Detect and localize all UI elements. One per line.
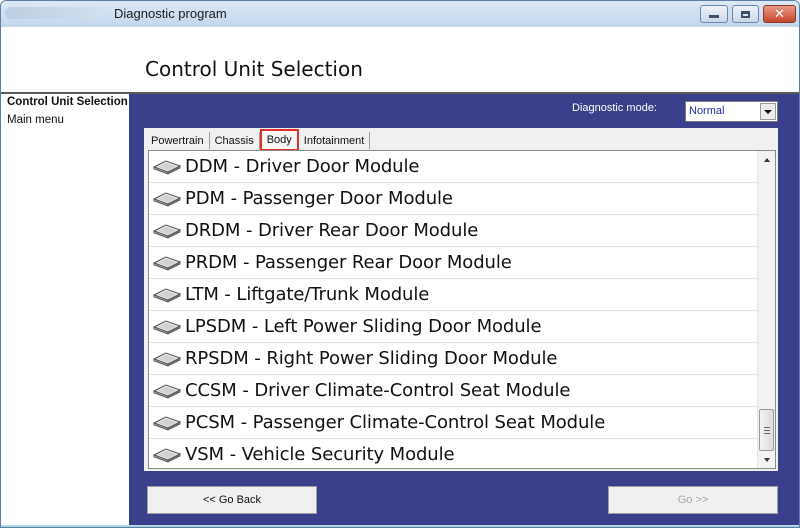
chevron-down-icon (764, 109, 772, 114)
scroll-up-button[interactable] (758, 151, 775, 168)
grip-icon (763, 426, 770, 434)
dropdown-arrow-button[interactable] (760, 103, 776, 120)
diagnostic-mode-label: Diagnostic mode: (572, 102, 657, 114)
list-item[interactable]: DRDM - Driver Rear Door Module (149, 215, 757, 247)
close-button[interactable]: ✕ (763, 5, 796, 23)
module-list: DDM - Driver Door Module PDM - Passenger … (148, 150, 776, 469)
module-label: LPSDM - Left Power Sliding Door Module (185, 316, 542, 337)
title-bar[interactable]: Diagnostic program ✕ (1, 1, 799, 27)
list-item[interactable]: CCSM - Driver Climate-Control Seat Modul… (149, 375, 757, 407)
module-chip-icon (152, 159, 182, 175)
list-item[interactable]: PCSM - Passenger Climate-Control Seat Mo… (149, 407, 757, 439)
maximize-button[interactable] (732, 5, 759, 23)
module-chip-icon (152, 319, 182, 335)
module-label: VSM - Vehicle Security Module (185, 444, 455, 465)
tab-bar: Powertrain Chassis Body Infotainment (146, 129, 371, 151)
sidebar: Control Unit Selection Main menu (2, 94, 129, 524)
tab-body[interactable]: Body (259, 129, 299, 151)
sidebar-item-control-unit-selection[interactable]: Control Unit Selection (2, 96, 129, 109)
list-item[interactable]: VSM - Vehicle Security Module (149, 439, 757, 468)
page-header: Control Unit Selection (2, 27, 799, 92)
module-chip-icon (152, 287, 182, 303)
go-back-button[interactable]: << Go Back (147, 486, 317, 514)
window-title: Diagnostic program (114, 6, 227, 21)
module-label: PRDM - Passenger Rear Door Module (185, 252, 512, 273)
sidebar-item-main-menu[interactable]: Main menu (2, 114, 129, 126)
module-label: PCSM - Passenger Climate-Control Seat Mo… (185, 412, 606, 433)
close-icon: ✕ (774, 6, 785, 22)
maximize-icon (741, 10, 750, 18)
module-label: RPSDM - Right Power Sliding Door Module (185, 348, 558, 369)
module-label: CCSM - Driver Climate-Control Seat Modul… (185, 380, 571, 401)
vertical-scrollbar[interactable] (757, 151, 775, 468)
diagnostic-mode-value: Normal (689, 105, 725, 117)
module-chip-icon (152, 191, 182, 207)
minimize-icon (709, 15, 719, 18)
arrow-down-icon (763, 457, 770, 462)
module-label: DRDM - Driver Rear Door Module (185, 220, 479, 241)
arrow-up-icon (763, 157, 770, 162)
module-label: PDM - Passenger Door Module (185, 188, 453, 209)
list-item[interactable]: PRDM - Passenger Rear Door Module (149, 247, 757, 279)
scroll-down-button[interactable] (758, 451, 775, 468)
module-label: LTM - Liftgate/Trunk Module (185, 284, 430, 305)
tab-panel: Powertrain Chassis Body Infotainment DDM… (144, 128, 778, 471)
tab-chassis[interactable]: Chassis (210, 132, 260, 149)
module-chip-icon (152, 255, 182, 271)
list-item[interactable]: DDM - Driver Door Module (149, 151, 757, 183)
app-window: Diagnostic program ✕ Control Unit Select… (0, 0, 800, 528)
minimize-button[interactable] (700, 5, 728, 23)
app-icon (5, 7, 105, 19)
list-item[interactable]: LTM - Liftgate/Trunk Module (149, 279, 757, 311)
scroll-thumb[interactable] (759, 409, 774, 451)
module-chip-icon (152, 447, 182, 463)
module-label: DDM - Driver Door Module (185, 156, 420, 177)
tab-powertrain[interactable]: Powertrain (146, 132, 210, 149)
main-panel: Diagnostic mode: Normal Powertrain Chass… (129, 94, 799, 526)
diagnostic-mode-select[interactable]: Normal (685, 101, 778, 122)
module-chip-icon (152, 415, 182, 431)
list-item[interactable]: PDM - Passenger Door Module (149, 183, 757, 215)
module-chip-icon (152, 383, 182, 399)
go-button[interactable]: Go >> (608, 486, 778, 514)
list-item[interactable]: LPSDM - Left Power Sliding Door Module (149, 311, 757, 343)
tab-infotainment[interactable]: Infotainment (299, 132, 371, 149)
page-title: Control Unit Selection (145, 57, 363, 81)
module-chip-icon (152, 351, 182, 367)
list-item[interactable]: RPSDM - Right Power Sliding Door Module (149, 343, 757, 375)
module-chip-icon (152, 223, 182, 239)
